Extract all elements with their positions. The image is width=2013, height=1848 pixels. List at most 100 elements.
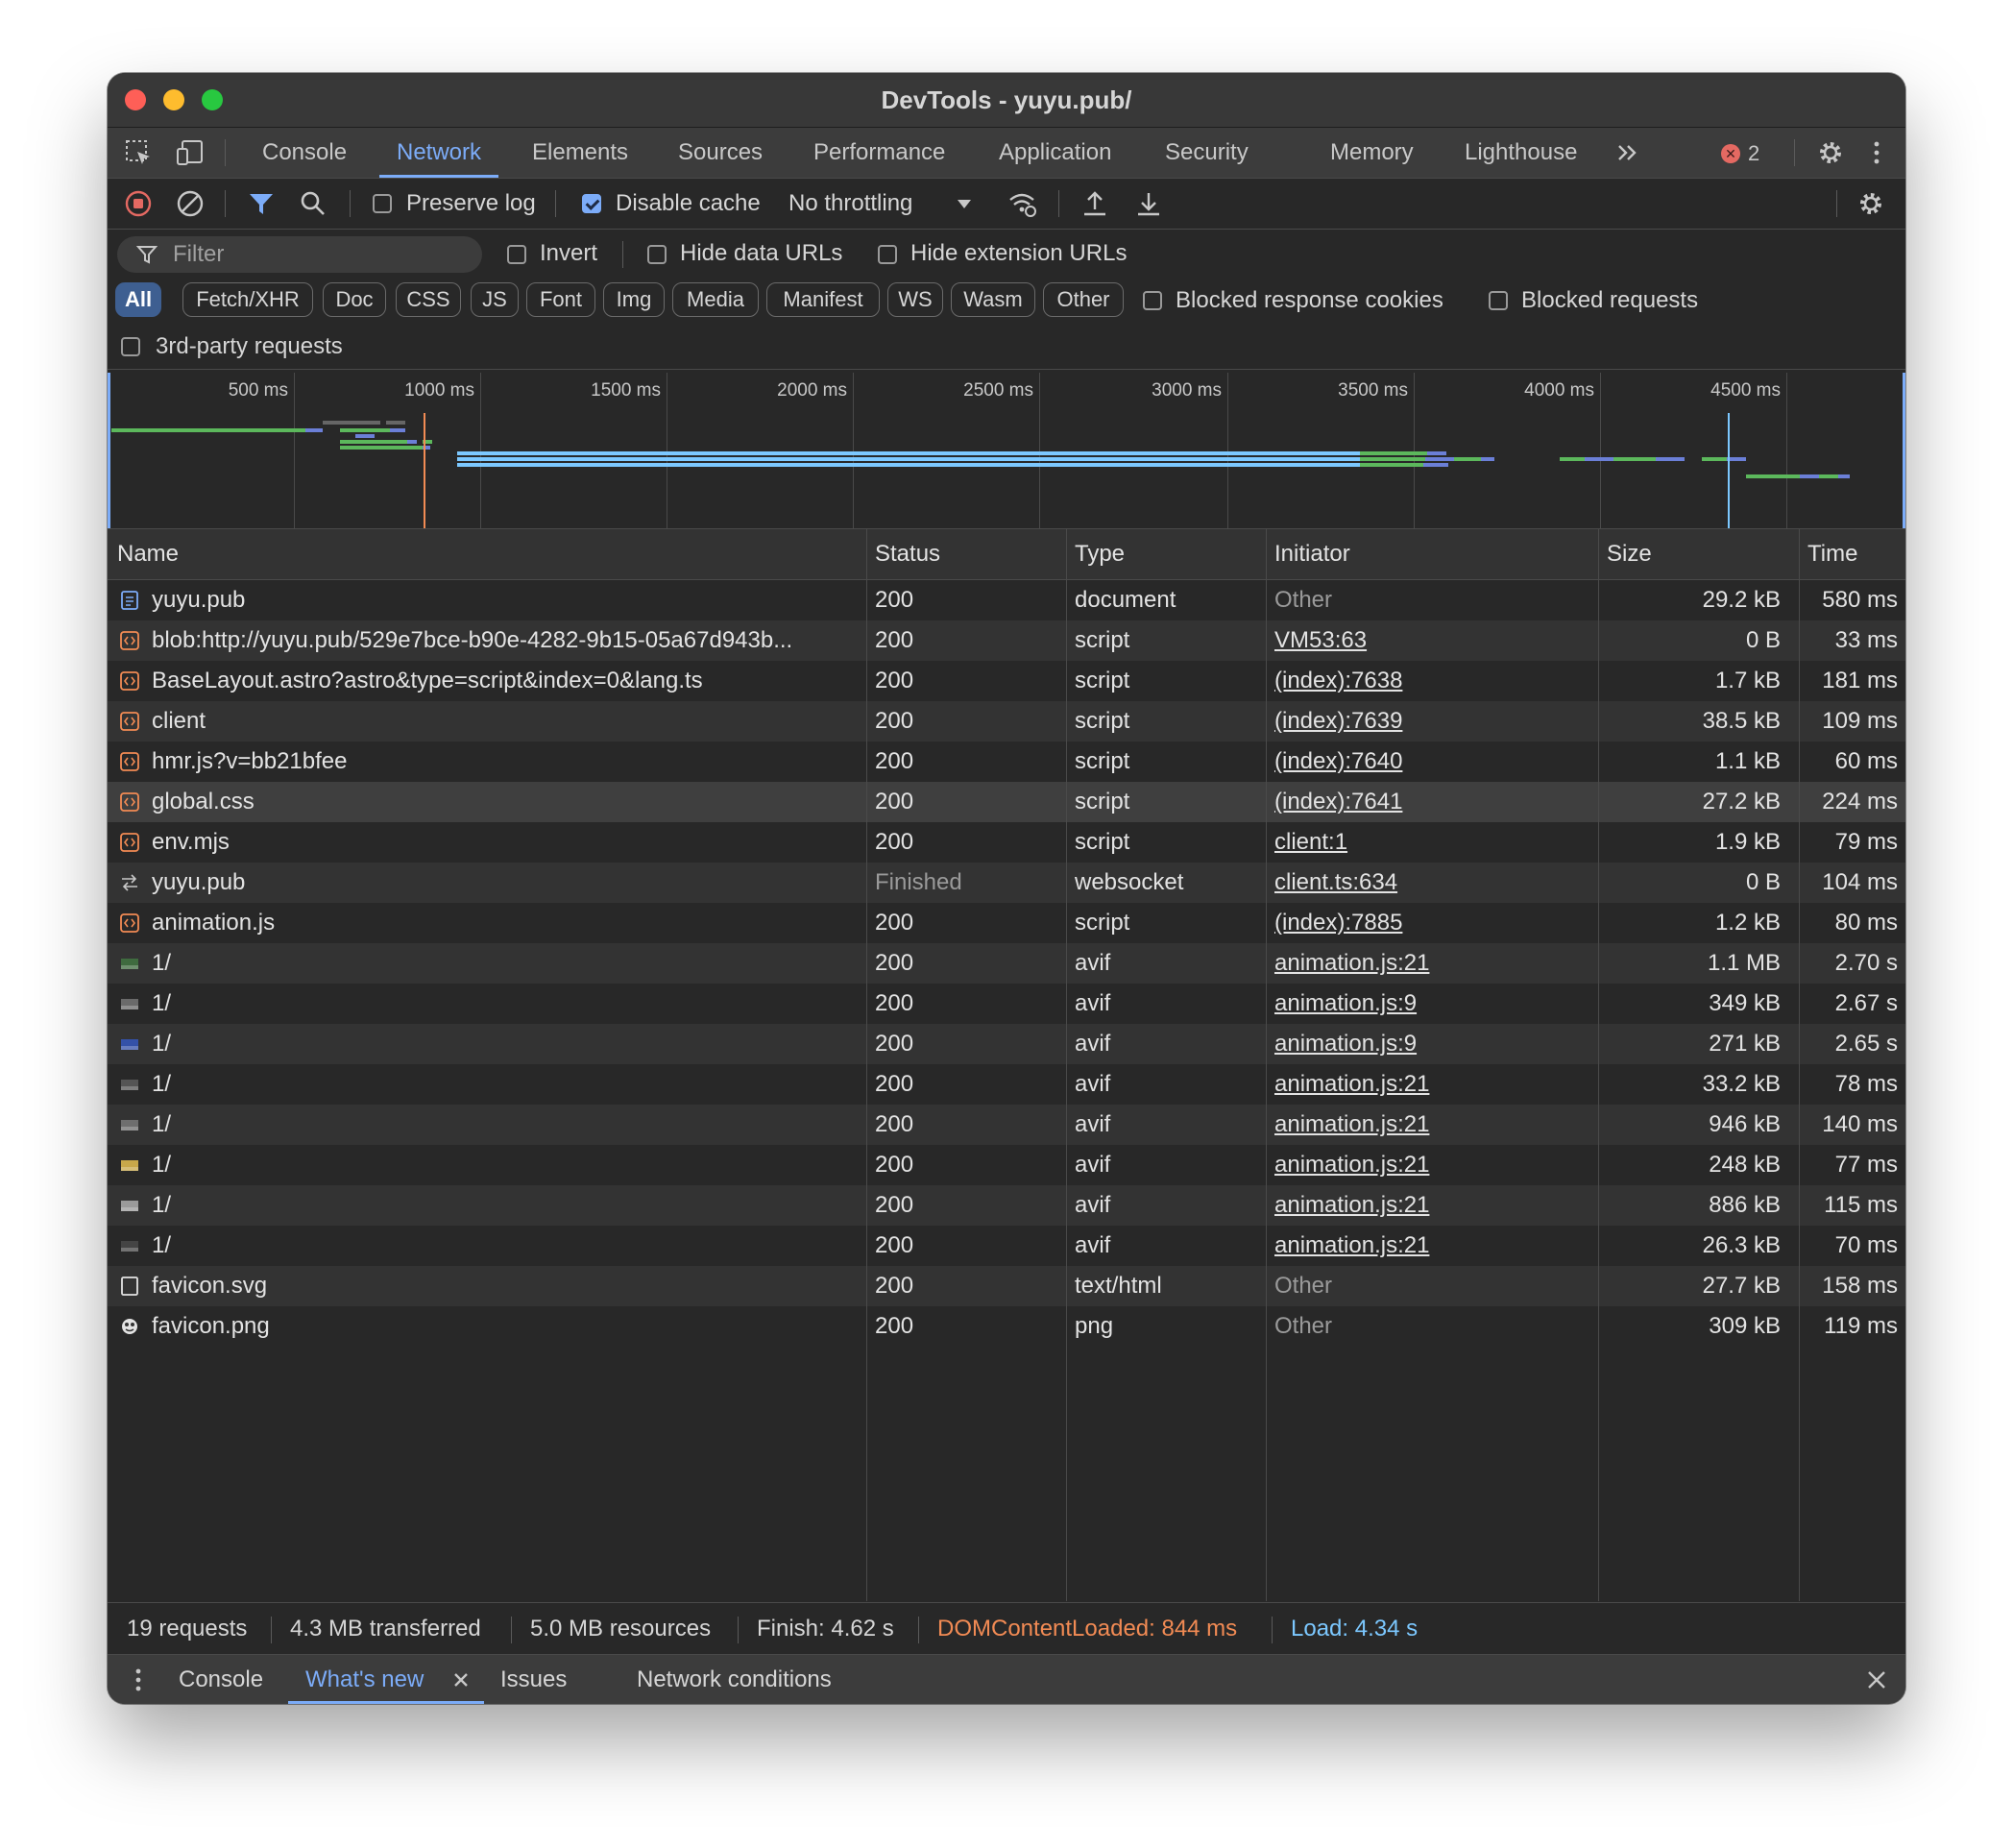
overview-right-handle[interactable]	[1903, 373, 1905, 528]
filter-funnel-icon[interactable]	[246, 188, 277, 219]
table-row[interactable]: 1/200 avif animation.js:21 946 kB 140 ms	[108, 1105, 1905, 1145]
column-header-time[interactable]: Time	[1807, 529, 1857, 579]
chip-doc[interactable]: Doc	[323, 282, 386, 317]
column-header-name[interactable]: Name	[117, 529, 179, 579]
inspect-element-icon[interactable]	[123, 137, 154, 168]
column-divider[interactable]	[1598, 529, 1599, 1601]
invert-checkbox[interactable]	[507, 245, 526, 264]
table-row[interactable]: BaseLayout.astro?astro&type=script&index…	[108, 661, 1905, 701]
request-initiator[interactable]: (index):7641	[1274, 782, 1591, 822]
table-row[interactable]: hmr.js?v=bb21bfee 200 script (index):7640 1.…	[108, 742, 1905, 782]
device-toolbar-icon[interactable]	[175, 137, 206, 168]
column-divider[interactable]	[866, 529, 867, 1601]
third-party-requests-checkbox[interactable]	[121, 337, 140, 356]
network-overview-timeline[interactable]: 500 ms 1000 ms 1500 ms 2000 ms 2500 ms 3…	[108, 373, 1905, 529]
chip-manifest[interactable]: Manifest	[766, 282, 880, 317]
disable-cache-checkbox[interactable]	[582, 194, 601, 213]
tab-application[interactable]: Application	[999, 128, 1111, 178]
chip-media[interactable]: Media	[672, 282, 759, 317]
table-row[interactable]: favicon.png 200 png Other 309 kB 119 ms	[108, 1306, 1905, 1347]
request-initiator[interactable]: animation.js:21	[1274, 943, 1591, 984]
table-row[interactable]: yuyu.pub Finished websocket client.ts:634 0 …	[108, 863, 1905, 903]
drawer-tab-whats-new[interactable]: What's new	[305, 1655, 424, 1704]
more-tabs-chevron-icon[interactable]	[1613, 137, 1644, 168]
column-divider[interactable]	[1066, 529, 1067, 1601]
drawer-tab-issues[interactable]: Issues	[500, 1655, 567, 1704]
settings-gear-icon[interactable]	[1815, 137, 1846, 168]
column-header-type[interactable]: Type	[1075, 529, 1125, 579]
table-row[interactable]: 1/200 avif animation.js:21 1.1 MB 2.70 s	[108, 943, 1905, 984]
network-conditions-wifi-icon[interactable]	[1006, 188, 1037, 219]
clear-log-icon[interactable]	[175, 188, 206, 219]
table-row[interactable]: env.mjs 200 script client:1 1.9 kB 79 ms	[108, 822, 1905, 863]
tab-security[interactable]: Security	[1165, 128, 1249, 178]
table-row[interactable]: 1/200 avif animation.js:9 349 kB 2.67 s	[108, 984, 1905, 1024]
tab-lighthouse[interactable]: Lighthouse	[1465, 128, 1577, 178]
chip-ws[interactable]: WS	[887, 282, 943, 317]
column-header-status[interactable]: Status	[875, 529, 940, 579]
chip-all[interactable]: All	[115, 282, 161, 317]
close-drawer-icon[interactable]	[1861, 1665, 1892, 1695]
request-initiator[interactable]: animation.js:21	[1274, 1226, 1591, 1266]
request-initiator[interactable]: animation.js:21	[1274, 1105, 1591, 1145]
import-har-upload-icon[interactable]	[1079, 188, 1110, 219]
table-row[interactable]: 1/200 avif animation.js:9 271 kB 2.65 s	[108, 1024, 1905, 1064]
table-row[interactable]: global.css 200 script (index):7641 27.2 kB 22…	[108, 782, 1905, 822]
table-row[interactable]: 1/200 avif animation.js:21 26.3 kB 70 ms	[108, 1226, 1905, 1266]
chip-other[interactable]: Other	[1043, 282, 1124, 317]
table-row[interactable]: 1/200 avif animation.js:21 886 kB 115 ms	[108, 1185, 1905, 1226]
table-row[interactable]: yuyu.pub 200 document Other 29.2 kB 580 ms	[108, 580, 1905, 620]
request-initiator[interactable]: animation.js:21	[1274, 1145, 1591, 1185]
network-settings-gear-icon[interactable]	[1855, 188, 1886, 219]
table-row[interactable]: client 200 script (index):7639 38.5 kB 109 ms	[108, 701, 1905, 742]
request-initiator[interactable]: animation.js:21	[1274, 1064, 1591, 1105]
stop-recording-icon[interactable]	[123, 188, 154, 219]
drawer-tab-network-conditions[interactable]: Network conditions	[637, 1655, 832, 1704]
request-initiator[interactable]: animation.js:21	[1274, 1185, 1591, 1226]
throttling-select[interactable]: No throttling	[788, 179, 912, 229]
table-row[interactable]: 1/200 avif animation.js:21 248 kB 77 ms	[108, 1145, 1905, 1185]
tab-sources[interactable]: Sources	[678, 128, 763, 178]
request-initiator[interactable]: client.ts:634	[1274, 863, 1591, 903]
tab-network[interactable]: Network	[378, 128, 499, 178]
request-initiator[interactable]: (index):7639	[1274, 701, 1591, 742]
blocked-requests-checkbox[interactable]	[1489, 291, 1508, 310]
request-initiator[interactable]: (index):7638	[1274, 661, 1591, 701]
preserve-log-checkbox[interactable]	[373, 194, 392, 213]
more-options-kebab-icon[interactable]	[1861, 137, 1892, 168]
tab-console[interactable]: Console	[262, 128, 347, 178]
search-icon[interactable]	[298, 188, 328, 219]
request-initiator[interactable]: animation.js:9	[1274, 984, 1591, 1024]
hide-extension-urls-checkbox[interactable]	[878, 245, 897, 264]
request-initiator[interactable]: VM53:63	[1274, 620, 1591, 661]
table-row[interactable]: favicon.svg 200 text/html Other 27.7 kB 158 m…	[108, 1266, 1905, 1306]
table-row[interactable]: blob:http://yuyu.pub/529e7bce-b90e-4282-…	[108, 620, 1905, 661]
tab-memory[interactable]: Memory	[1330, 128, 1414, 178]
table-row[interactable]: 1/200 avif animation.js:21 33.2 kB 78 ms	[108, 1064, 1905, 1105]
column-divider[interactable]	[1799, 529, 1800, 1601]
close-tab-icon[interactable]	[446, 1665, 476, 1695]
error-count-badge[interactable]: ✕ 2	[1721, 141, 1759, 166]
request-initiator[interactable]: animation.js:9	[1274, 1024, 1591, 1064]
blocked-response-cookies-checkbox[interactable]	[1143, 291, 1162, 310]
request-initiator[interactable]: (index):7885	[1274, 903, 1591, 943]
chip-font[interactable]: Font	[526, 282, 595, 317]
chip-css[interactable]: CSS	[396, 282, 461, 317]
column-header-size[interactable]: Size	[1607, 529, 1652, 579]
chip-js[interactable]: JS	[471, 282, 519, 317]
filter-input[interactable]: Filter	[117, 236, 482, 273]
request-initiator[interactable]: (index):7640	[1274, 742, 1591, 782]
chip-fetch-xhr[interactable]: Fetch/XHR	[182, 282, 313, 317]
chip-img[interactable]: Img	[603, 282, 665, 317]
table-row[interactable]: animation.js 200 script (index):7885 1.2 kB 8…	[108, 903, 1905, 943]
chevron-down-icon[interactable]	[949, 188, 980, 219]
request-initiator[interactable]: client:1	[1274, 822, 1591, 863]
drawer-menu-kebab-icon[interactable]	[123, 1665, 154, 1695]
column-divider[interactable]	[1266, 529, 1267, 1601]
chip-wasm[interactable]: Wasm	[951, 282, 1035, 317]
column-header-initiator[interactable]: Initiator	[1274, 529, 1350, 579]
hide-data-urls-checkbox[interactable]	[647, 245, 667, 264]
tab-performance[interactable]: Performance	[813, 128, 945, 178]
overview-left-handle[interactable]	[108, 373, 110, 528]
export-har-download-icon[interactable]	[1133, 188, 1164, 219]
